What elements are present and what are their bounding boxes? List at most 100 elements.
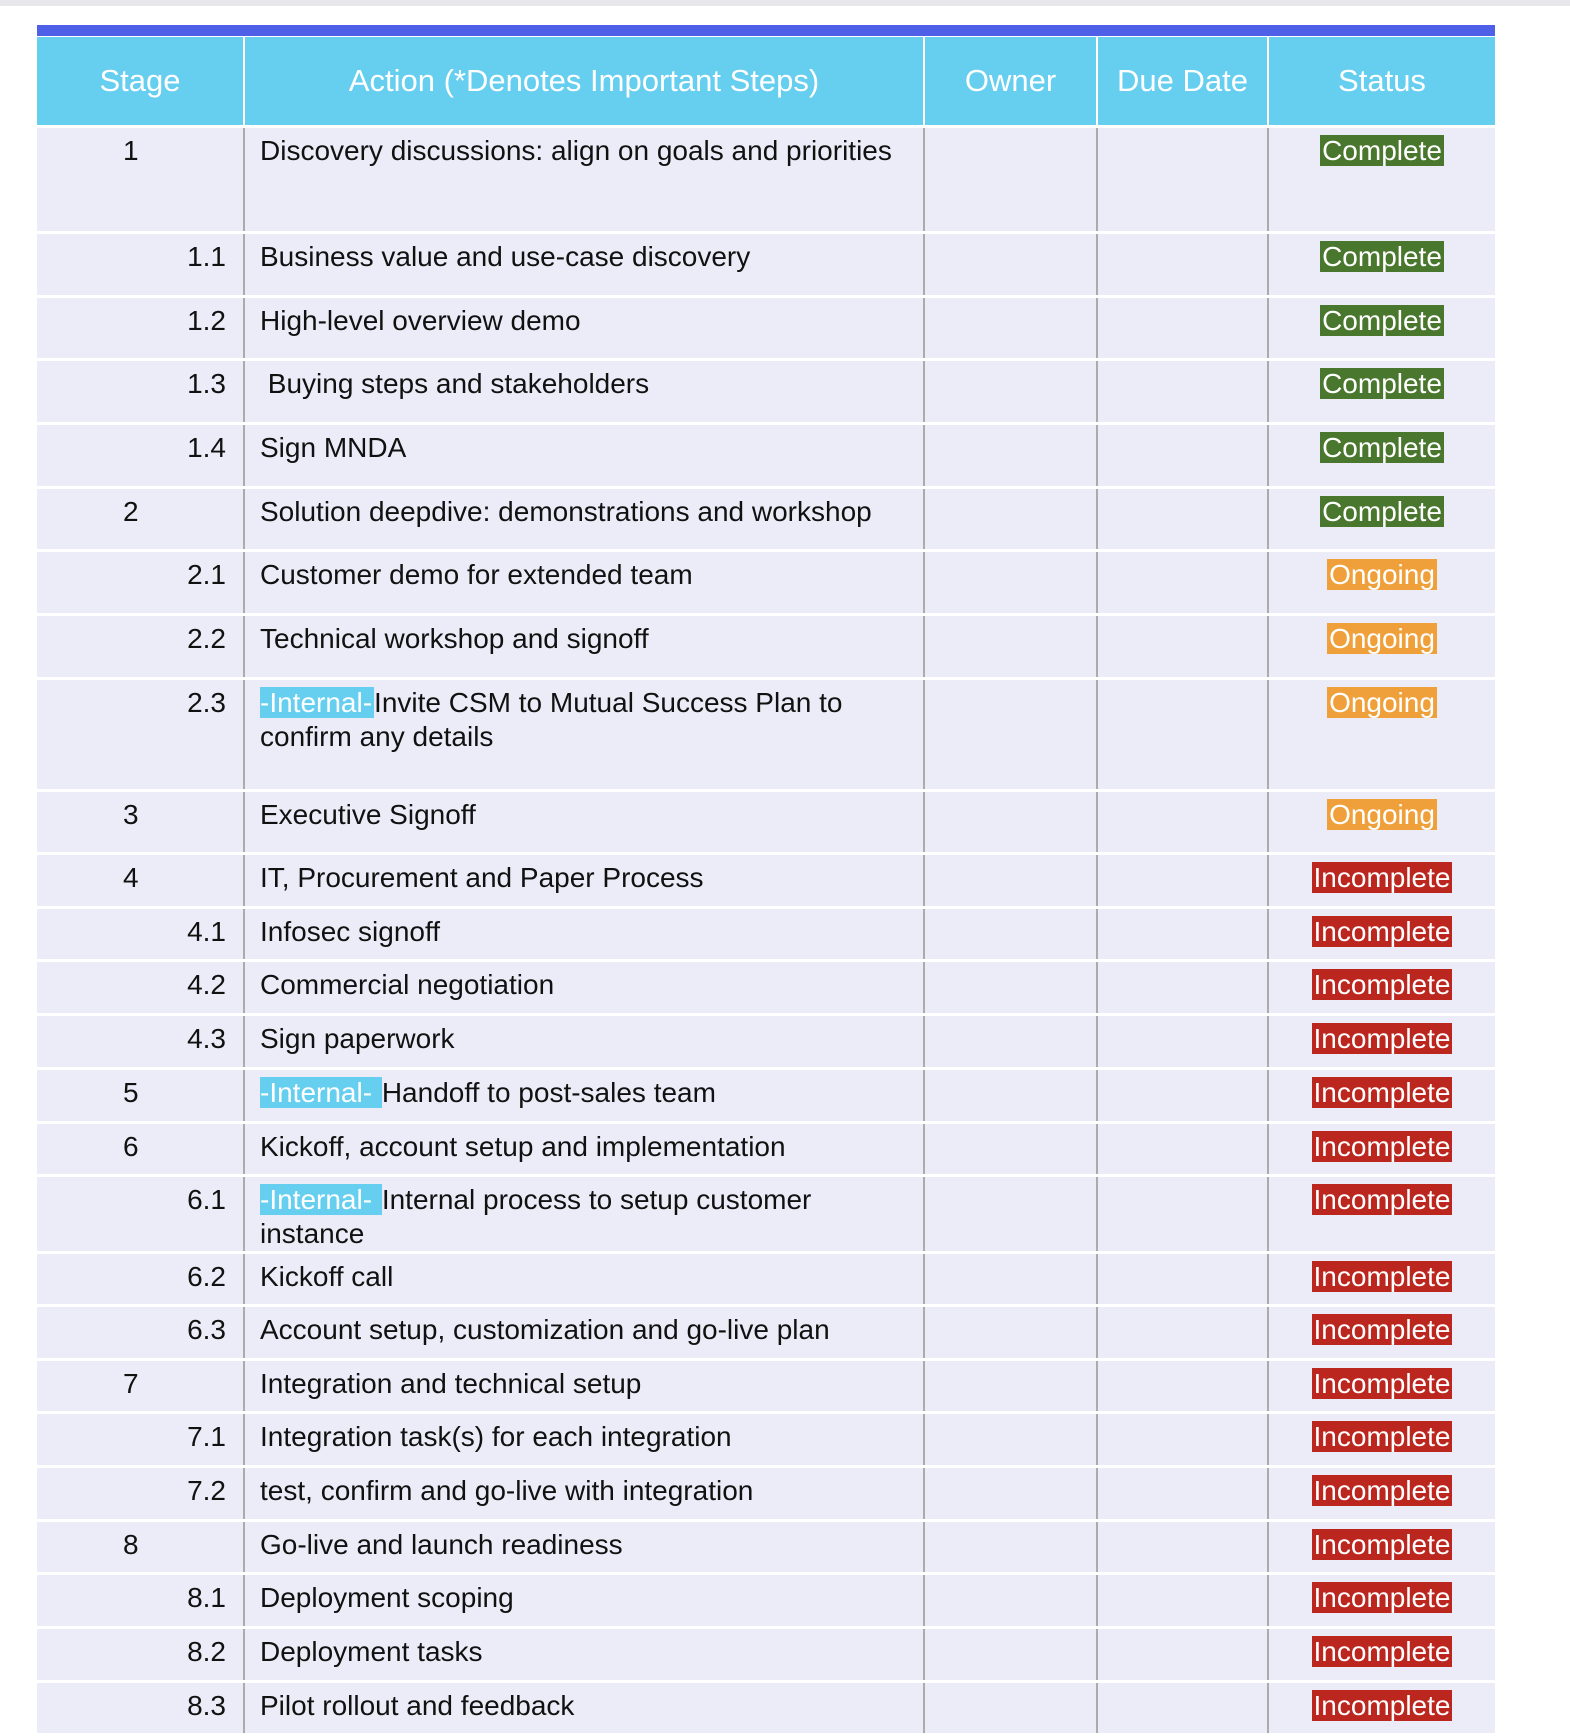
owner-cell[interactable] bbox=[923, 1122, 1097, 1177]
due-date-cell[interactable] bbox=[1096, 1681, 1268, 1736]
status-cell[interactable]: Incomplete bbox=[1267, 1359, 1495, 1414]
status-cell[interactable]: Incomplete bbox=[1267, 1466, 1495, 1522]
due-date-cell[interactable] bbox=[1096, 1175, 1268, 1254]
owner-cell[interactable] bbox=[923, 1412, 1097, 1468]
action-cell[interactable]: Sign paperwork bbox=[243, 1014, 924, 1070]
status-cell[interactable]: Ongoing bbox=[1267, 614, 1495, 680]
due-date-cell[interactable] bbox=[1096, 550, 1268, 616]
status-badge[interactable]: Incomplete bbox=[1311, 1077, 1453, 1108]
due-date-cell[interactable] bbox=[1096, 1520, 1268, 1575]
status-badge[interactable]: Incomplete bbox=[1311, 1582, 1453, 1613]
status-badge[interactable]: Incomplete bbox=[1311, 916, 1453, 947]
action-cell[interactable]: Technical workshop and signoff bbox=[243, 614, 924, 680]
action-cell[interactable]: High-level overview demo bbox=[243, 296, 924, 361]
status-badge[interactable]: Incomplete bbox=[1311, 1421, 1453, 1452]
action-cell[interactable]: -Internal- Internal process to setup cus… bbox=[243, 1175, 924, 1254]
owner-cell[interactable] bbox=[923, 614, 1097, 680]
due-date-cell[interactable] bbox=[1096, 1122, 1268, 1177]
status-badge[interactable]: Incomplete bbox=[1311, 1690, 1453, 1721]
status-badge[interactable]: Incomplete bbox=[1311, 1475, 1453, 1506]
owner-cell[interactable] bbox=[923, 1627, 1097, 1683]
owner-cell[interactable] bbox=[923, 423, 1097, 489]
due-date-cell[interactable] bbox=[1096, 853, 1268, 909]
owner-cell[interactable] bbox=[923, 1359, 1097, 1414]
due-date-cell[interactable] bbox=[1096, 296, 1268, 361]
action-cell[interactable]: Go-live and launch readiness bbox=[243, 1520, 924, 1575]
action-cell[interactable]: Kickoff call bbox=[243, 1252, 924, 1307]
status-badge[interactable]: Incomplete bbox=[1311, 1636, 1453, 1667]
status-cell[interactable]: Incomplete bbox=[1267, 1412, 1495, 1468]
owner-cell[interactable] bbox=[923, 790, 1097, 855]
status-cell[interactable]: Incomplete bbox=[1267, 853, 1495, 909]
status-cell[interactable]: Ongoing bbox=[1267, 550, 1495, 616]
status-badge[interactable]: Ongoing bbox=[1327, 799, 1437, 830]
owner-cell[interactable] bbox=[923, 487, 1097, 552]
status-badge[interactable]: Incomplete bbox=[1311, 969, 1453, 1000]
action-cell[interactable]: Discovery discussions: align on goals an… bbox=[243, 126, 924, 234]
owner-cell[interactable] bbox=[923, 359, 1097, 425]
owner-cell[interactable] bbox=[923, 1520, 1097, 1575]
status-badge[interactable]: Incomplete bbox=[1311, 1314, 1453, 1345]
due-date-cell[interactable] bbox=[1096, 359, 1268, 425]
owner-cell[interactable] bbox=[923, 1573, 1097, 1629]
status-cell[interactable]: Complete bbox=[1267, 296, 1495, 361]
status-cell[interactable]: Incomplete bbox=[1267, 1014, 1495, 1070]
status-cell[interactable]: Incomplete bbox=[1267, 907, 1495, 962]
status-badge[interactable]: Incomplete bbox=[1311, 1261, 1453, 1292]
status-cell[interactable]: Ongoing bbox=[1267, 678, 1495, 792]
due-date-cell[interactable] bbox=[1096, 487, 1268, 552]
action-cell[interactable]: Account setup, customization and go-live… bbox=[243, 1305, 924, 1361]
owner-cell[interactable] bbox=[923, 960, 1097, 1016]
status-cell[interactable]: Incomplete bbox=[1267, 1175, 1495, 1254]
due-date-cell[interactable] bbox=[1096, 1068, 1268, 1124]
status-badge[interactable]: Complete bbox=[1320, 241, 1444, 272]
status-cell[interactable]: Incomplete bbox=[1267, 1573, 1495, 1629]
status-badge[interactable]: Ongoing bbox=[1327, 559, 1437, 590]
status-badge[interactable]: Incomplete bbox=[1311, 1023, 1453, 1054]
action-cell[interactable]: Commercial negotiation bbox=[243, 960, 924, 1016]
status-cell[interactable]: Complete bbox=[1267, 232, 1495, 298]
action-cell[interactable]: Solution deepdive: demonstrations and wo… bbox=[243, 487, 924, 552]
due-date-cell[interactable] bbox=[1096, 907, 1268, 962]
action-cell[interactable]: Business value and use-case discovery bbox=[243, 232, 924, 298]
due-date-cell[interactable] bbox=[1096, 1573, 1268, 1629]
due-date-cell[interactable] bbox=[1096, 126, 1268, 234]
owner-cell[interactable] bbox=[923, 126, 1097, 234]
status-badge[interactable]: Complete bbox=[1320, 496, 1444, 527]
status-cell[interactable]: Complete bbox=[1267, 423, 1495, 489]
action-cell[interactable]: Pilot rollout and feedback bbox=[243, 1681, 924, 1736]
status-cell[interactable]: Incomplete bbox=[1267, 1520, 1495, 1575]
status-cell[interactable]: Complete bbox=[1267, 359, 1495, 425]
status-cell[interactable]: Ongoing bbox=[1267, 790, 1495, 855]
due-date-cell[interactable] bbox=[1096, 232, 1268, 298]
owner-cell[interactable] bbox=[923, 1252, 1097, 1307]
due-date-cell[interactable] bbox=[1096, 1252, 1268, 1307]
owner-cell[interactable] bbox=[923, 550, 1097, 616]
action-cell[interactable]: Executive Signoff bbox=[243, 790, 924, 855]
owner-cell[interactable] bbox=[923, 1466, 1097, 1522]
status-cell[interactable]: Incomplete bbox=[1267, 1627, 1495, 1683]
due-date-cell[interactable] bbox=[1096, 1412, 1268, 1468]
due-date-cell[interactable] bbox=[1096, 1466, 1268, 1522]
owner-cell[interactable] bbox=[923, 1068, 1097, 1124]
status-badge[interactable]: Incomplete bbox=[1311, 1184, 1453, 1215]
status-badge[interactable]: Ongoing bbox=[1327, 687, 1437, 718]
action-cell[interactable]: Integration and technical setup bbox=[243, 1359, 924, 1414]
owner-cell[interactable] bbox=[923, 1014, 1097, 1070]
due-date-cell[interactable] bbox=[1096, 960, 1268, 1016]
action-cell[interactable]: Infosec signoff bbox=[243, 907, 924, 962]
action-cell[interactable]: Deployment tasks bbox=[243, 1627, 924, 1683]
action-cell[interactable]: Buying steps and stakeholders bbox=[243, 359, 924, 425]
status-badge[interactable]: Ongoing bbox=[1327, 623, 1437, 654]
status-cell[interactable]: Incomplete bbox=[1267, 1252, 1495, 1307]
status-badge[interactable]: Incomplete bbox=[1311, 1131, 1453, 1162]
action-cell[interactable]: -Internal- Handoff to post-sales team bbox=[243, 1068, 924, 1124]
owner-cell[interactable] bbox=[923, 678, 1097, 792]
owner-cell[interactable] bbox=[923, 1305, 1097, 1361]
status-cell[interactable]: Incomplete bbox=[1267, 960, 1495, 1016]
status-badge[interactable]: Incomplete bbox=[1311, 1368, 1453, 1399]
status-badge[interactable]: Complete bbox=[1320, 305, 1444, 336]
status-badge[interactable]: Complete bbox=[1320, 432, 1444, 463]
status-cell[interactable]: Complete bbox=[1267, 487, 1495, 552]
status-badge[interactable]: Incomplete bbox=[1311, 862, 1453, 893]
